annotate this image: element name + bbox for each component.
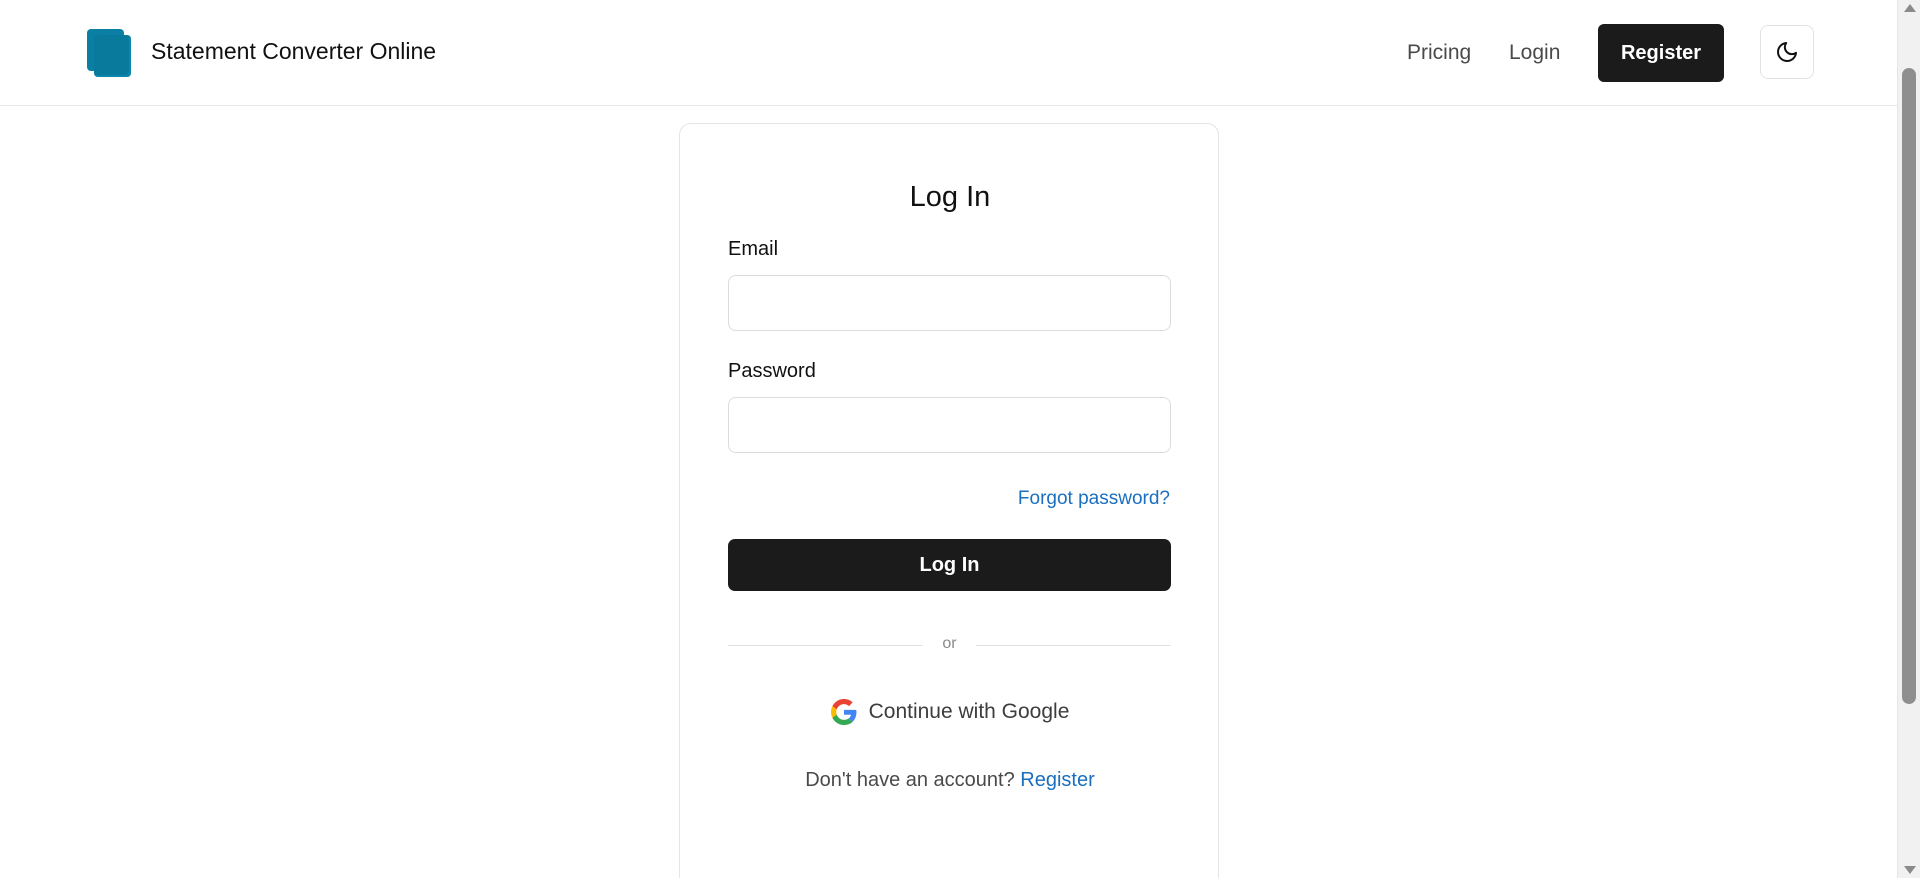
logo-icon[interactable] (87, 29, 131, 77)
forgot-password-link[interactable]: Forgot password? (1018, 488, 1170, 510)
vertical-scrollbar[interactable] (1897, 0, 1920, 878)
password-label: Password (728, 360, 816, 382)
brand-name[interactable]: Statement Converter Online (151, 38, 436, 65)
login-title: Log In (909, 181, 991, 213)
password-field[interactable] (728, 397, 1171, 453)
register-prompt: Don't have an account? Register (680, 769, 1220, 792)
register-prompt-text: Don't have an account? (805, 769, 1015, 791)
login-card: Log In Email Password Forgot password? L… (679, 123, 1219, 878)
top-navigation-bar: Statement Converter Online Pricing Login… (0, 0, 1897, 106)
register-link[interactable]: Register (1020, 769, 1094, 791)
continue-with-google-button[interactable]: Continue with Google (680, 692, 1220, 732)
scroll-down-arrow-icon[interactable] (1904, 866, 1916, 874)
google-button-label: Continue with Google (868, 700, 1070, 723)
scroll-thumb[interactable] (1902, 68, 1916, 704)
nav-register-button[interactable]: Register (1598, 24, 1724, 82)
moon-icon (1777, 42, 1797, 62)
nav-login-link[interactable]: Login (1509, 41, 1560, 65)
email-field[interactable] (728, 275, 1171, 331)
logo-front-square (94, 35, 131, 77)
divider-line-right (976, 645, 1171, 646)
or-divider: or (728, 635, 1171, 655)
google-icon (830, 699, 857, 725)
theme-toggle-button[interactable] (1760, 25, 1814, 79)
scroll-up-arrow-icon[interactable] (1904, 4, 1916, 12)
login-submit-button[interactable]: Log In (728, 539, 1171, 591)
nav-pricing-link[interactable]: Pricing (1407, 41, 1471, 65)
divider-text: or (942, 635, 957, 652)
email-label: Email (728, 238, 779, 260)
